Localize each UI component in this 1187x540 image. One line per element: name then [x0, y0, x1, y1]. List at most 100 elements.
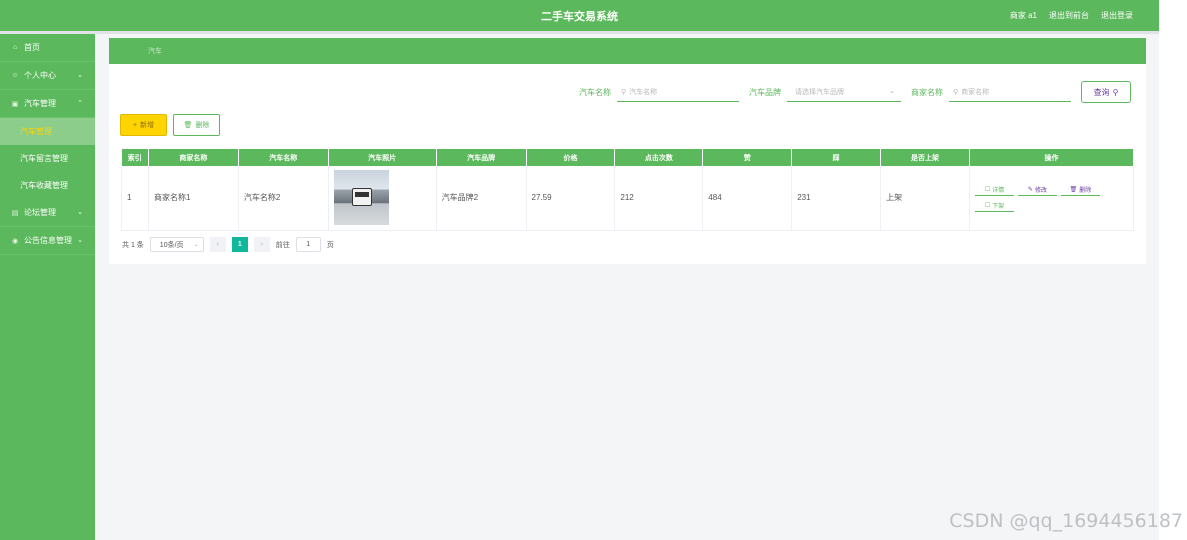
col-header: 商家名称 — [148, 149, 239, 166]
query-button-label: 查询 — [1093, 87, 1110, 97]
page-unit-label: 页 — [326, 241, 334, 249]
sidebar-item-label: 个人中心 — [24, 71, 56, 80]
logout-link[interactable]: 退出登录 — [1101, 10, 1133, 21]
goto-label: 前往 — [275, 241, 290, 249]
delete-button-label: 删除 — [195, 122, 210, 129]
sidebar-item-home[interactable]: ⌂ 首页 — [0, 34, 95, 62]
col-header: 价格 — [526, 149, 616, 166]
unlist-label: 下架 — [992, 203, 1005, 210]
col-header: 操作 — [969, 149, 1135, 166]
cell-brand: 汽车品牌2 — [436, 166, 527, 231]
table-row: 1 商家名称1 汽车名称2 汽车品牌2 27.59 212 484 231 上架 — [121, 166, 1135, 231]
chevron-down-icon: ⌄ — [889, 88, 895, 95]
sidebar-subitem-car-management[interactable]: 汽车管理 — [0, 118, 95, 145]
user-icon: ☺ — [11, 72, 19, 79]
home-icon: ⌂ — [12, 44, 18, 51]
goto-page-input[interactable]: 1 — [295, 237, 321, 252]
edit-label: 修改 — [1034, 187, 1047, 194]
chevron-down-icon: ⌄ — [77, 237, 83, 244]
cell-dislikes: 231 — [791, 166, 882, 231]
col-header: 踩 — [791, 149, 882, 166]
app-root: 二手车交易系统 商家 a1 退出到前台 退出登录 ⌂ 首页 ☺ 个人中心 ⌄ ▣… — [0, 0, 1159, 540]
cell-car-photo — [328, 166, 437, 231]
sidebar-subitem-car-favorites[interactable]: 汽车收藏管理 — [0, 172, 95, 199]
sidebar: ⌂ 首页 ☺ 个人中心 ⌄ ▣ 汽车管理 ⌃ 汽车管理 汽车留言管理 汽车收藏管… — [0, 34, 95, 540]
user-area: 商家 a1 退出到前台 退出登录 — [1010, 10, 1133, 21]
row-delete-button[interactable]: 🗑 删除 — [1060, 183, 1100, 197]
detail-icon: ☐ — [984, 186, 991, 193]
car-name-label: 汽车名称 — [579, 87, 611, 97]
breadcrumb[interactable]: 汽车 — [148, 46, 162, 56]
unlist-icon: ☐ — [984, 202, 991, 209]
batch-delete-button[interactable]: 🗑 删除 — [173, 114, 220, 136]
merchant-label: 商家名称 — [911, 87, 943, 97]
car-name-input[interactable]: ⚲ 汽车名称 — [617, 82, 739, 102]
top-bar: 二手车交易系统 商家 a1 退出到前台 退出登录 — [0, 0, 1159, 31]
next-page-button[interactable]: › — [253, 237, 270, 252]
sidebar-item-label: 公告信息管理 — [24, 236, 72, 245]
add-button-label: 新增 — [140, 122, 155, 129]
sidebar-subitem-car-messages[interactable]: 汽车留言管理 — [0, 145, 95, 172]
trash-icon: 🗑 — [1069, 186, 1078, 193]
car-photo[interactable] — [333, 170, 389, 226]
col-header: 索引 — [121, 149, 149, 166]
search-bar: 汽车名称 ⚲ 汽车名称 汽车品牌 请选择汽车品牌 ⌄ 商家名称 ⚲ 商家名称 查… — [575, 81, 1131, 103]
table-header-row: 索引 商家名称 汽车名称 汽车照片 汽车品牌 价格 点击次数 赞 踩 是否上架 … — [121, 149, 1135, 166]
content-panel: 汽车名称 ⚲ 汽车名称 汽车品牌 请选择汽车品牌 ⌄ 商家名称 ⚲ 商家名称 查… — [109, 64, 1146, 264]
search-icon: ⚲ — [953, 88, 959, 96]
page-size-select[interactable]: 10条/页 ⌄ — [149, 237, 204, 252]
detail-label: 详情 — [992, 187, 1005, 194]
cell-likes: 484 — [702, 166, 793, 231]
row-actions: ☐ 详情 ✎ 修改 🗑 删除 ☐ 下架 — [974, 183, 1105, 213]
car-icon: ▣ — [11, 100, 19, 108]
cell-listed: 上架 — [880, 166, 970, 231]
sidebar-item-label: 首页 — [24, 43, 40, 52]
row-delete-label: 删除 — [1079, 187, 1092, 194]
add-button[interactable]: + 新增 — [120, 114, 167, 136]
brand-select[interactable]: 请选择汽车品牌 ⌄ — [787, 82, 901, 102]
page-size-value: 10条/页 — [159, 241, 184, 249]
cell-merchant: 商家名称1 — [148, 166, 239, 231]
col-header: 点击次数 — [614, 149, 704, 166]
sidebar-item-car-management[interactable]: ▣ 汽车管理 ⌃ — [0, 90, 95, 118]
page-number-1[interactable]: 1 — [231, 237, 248, 252]
watermark: CSDN @qq_1694456187 — [949, 510, 1183, 532]
system-title: 二手车交易系统 — [541, 11, 618, 23]
col-header: 汽车品牌 — [436, 149, 527, 166]
cell-index: 1 — [121, 166, 149, 231]
trash-icon: 🗑 — [183, 122, 193, 129]
car-table: 索引 商家名称 汽车名称 汽车照片 汽车品牌 价格 点击次数 赞 踩 是否上架 … — [121, 149, 1135, 231]
edit-button[interactable]: ✎ 修改 — [1017, 183, 1057, 197]
chevron-down-icon: ⌄ — [77, 72, 83, 79]
cell-car-name: 汽车名称2 — [238, 166, 329, 231]
sidebar-item-label: 论坛管理 — [24, 208, 56, 217]
forum-icon: ▤ — [11, 209, 19, 217]
col-header: 是否上架 — [880, 149, 970, 166]
merchant-input[interactable]: ⚲ 商家名称 — [949, 82, 1071, 102]
sidebar-item-label: 汽车管理 — [24, 99, 56, 108]
sidebar-item-forum[interactable]: ▤ 论坛管理 ⌄ — [0, 199, 95, 227]
search-icon: ⚲ — [621, 88, 627, 96]
notice-icon: ◉ — [11, 237, 19, 245]
prev-page-button[interactable]: ‹ — [209, 237, 226, 252]
action-bar: + 新增 🗑 删除 — [120, 114, 220, 136]
pagination: 共 1 条 10条/页 ⌄ ‹ 1 › 前往 1 页 — [122, 237, 334, 252]
back-to-front-link[interactable]: 退出到前台 — [1049, 10, 1089, 21]
car-shape — [351, 188, 372, 207]
total-count: 共 1 条 — [122, 241, 144, 249]
merchant-placeholder: 商家名称 — [961, 88, 990, 96]
detail-button[interactable]: ☐ 详情 — [974, 183, 1014, 197]
brand-placeholder: 请选择汽车品牌 — [795, 88, 844, 96]
unlist-button[interactable]: ☐ 下架 — [974, 199, 1014, 213]
plus-icon: + — [132, 121, 138, 129]
cell-operations: ☐ 详情 ✎ 修改 🗑 删除 ☐ 下架 — [969, 166, 1135, 231]
brand-label: 汽车品牌 — [749, 87, 781, 97]
current-user: 商家 a1 — [1009, 11, 1037, 20]
query-button[interactable]: 查询 ⚲ — [1081, 81, 1131, 103]
cell-price: 27.59 — [526, 166, 616, 231]
sidebar-item-notice[interactable]: ◉ 公告信息管理 ⌄ — [0, 227, 95, 255]
car-submenu: 汽车管理 汽车留言管理 汽车收藏管理 — [0, 118, 95, 199]
chevron-down-icon: ⌄ — [193, 242, 199, 248]
sidebar-item-profile[interactable]: ☺ 个人中心 ⌄ — [0, 62, 95, 90]
col-header: 赞 — [702, 149, 793, 166]
